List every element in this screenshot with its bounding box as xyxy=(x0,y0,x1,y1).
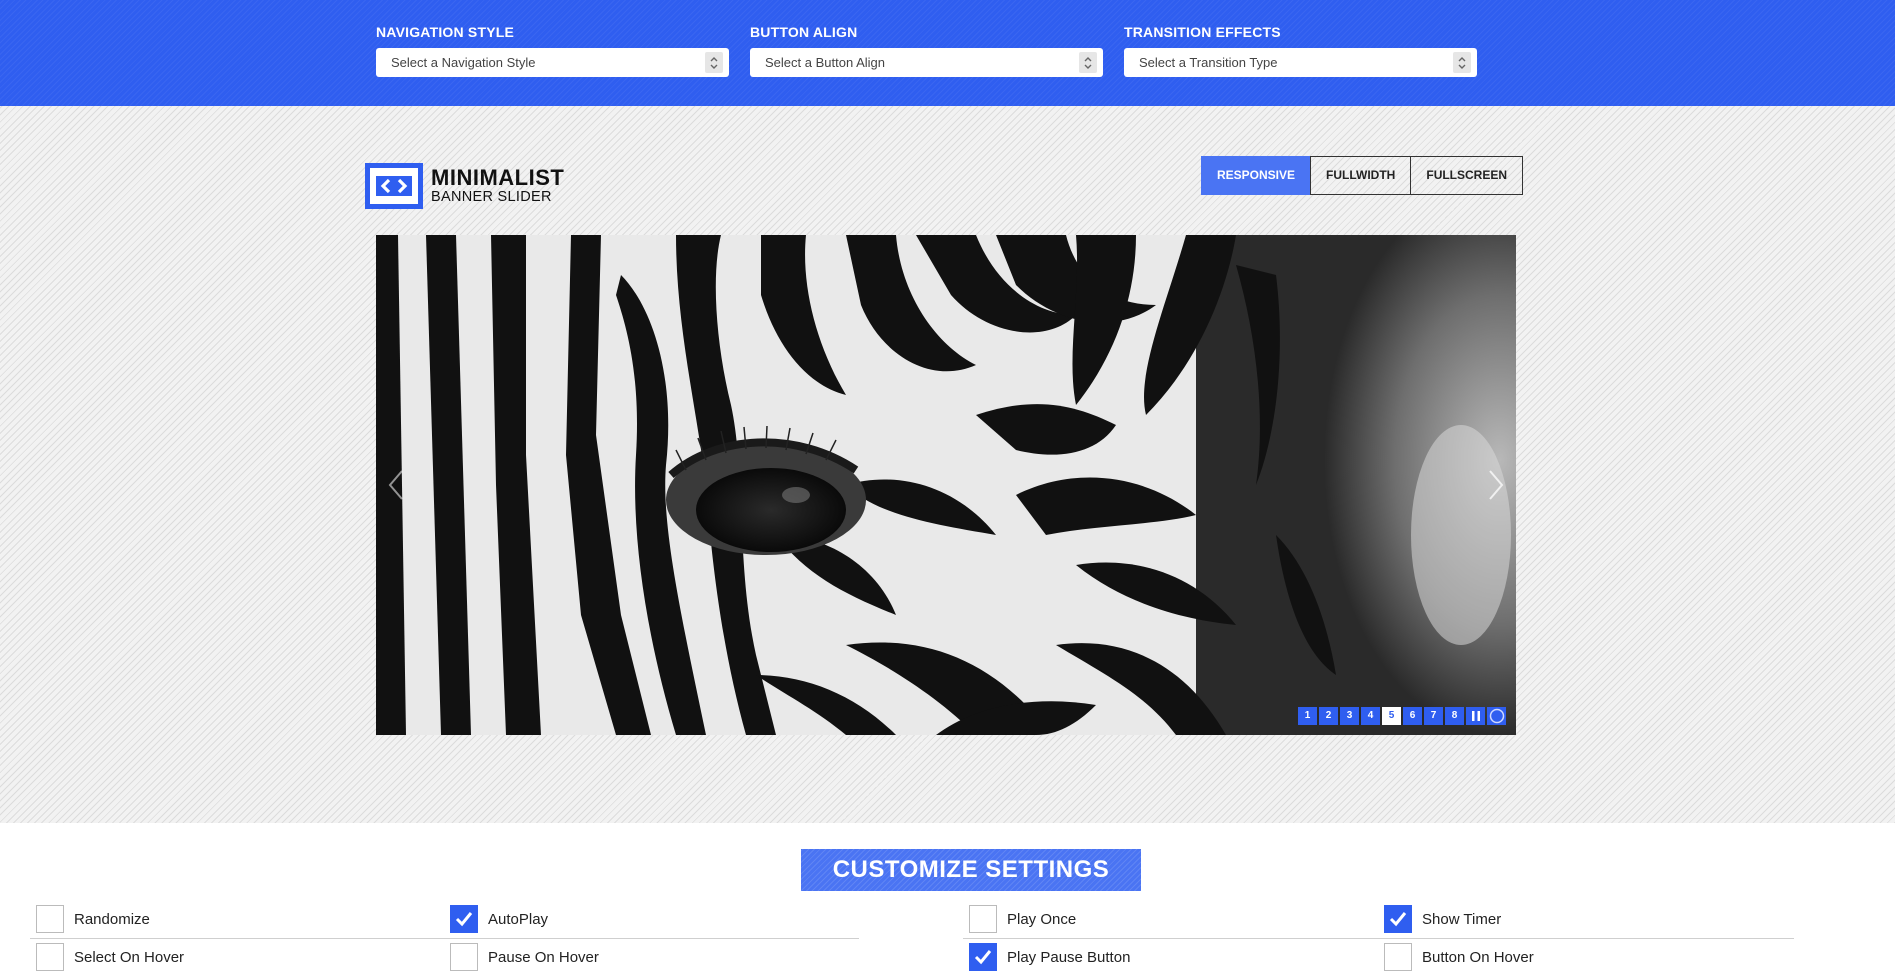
autoplay-option[interactable]: AutoPlay xyxy=(450,905,548,933)
transition-effects-label: TRANSITION EFFECTS xyxy=(1124,24,1281,40)
pager-button[interactable]: 2 xyxy=(1319,707,1338,725)
logo-text: MINIMALIST BANNER SLIDER xyxy=(431,167,564,205)
pager-button[interactable]: 8 xyxy=(1445,707,1464,725)
transition-effects-placeholder: Select a Transition Type xyxy=(1139,55,1278,70)
pager-button[interactable]: 7 xyxy=(1424,707,1443,725)
chevron-right-icon xyxy=(1489,470,1504,500)
slider-prev-arrow[interactable] xyxy=(381,465,411,505)
randomize-option[interactable]: Randomize xyxy=(36,905,150,933)
logo-subtitle: BANNER SLIDER xyxy=(431,189,552,206)
randomize-label: Randomize xyxy=(74,910,150,928)
slider-next-arrow[interactable] xyxy=(1481,465,1511,505)
button-on-hover-option[interactable]: Button On Hover xyxy=(1384,943,1534,971)
navigation-style-select[interactable]: Select a Navigation Style xyxy=(376,48,729,77)
pager-button[interactable]: 3 xyxy=(1340,707,1359,725)
play-once-option[interactable]: Play Once xyxy=(969,905,1076,933)
checkmark-icon xyxy=(1389,912,1407,927)
select-arrows-icon xyxy=(1079,52,1097,73)
pause-icon xyxy=(1471,711,1480,721)
divider xyxy=(30,938,859,939)
show-timer-label: Show Timer xyxy=(1422,910,1502,928)
banner-slider[interactable]: 1 2 3 4 5 6 7 8 xyxy=(376,235,1516,735)
select-arrows-icon xyxy=(1453,52,1471,73)
slider-pager: 1 2 3 4 5 6 7 8 xyxy=(1296,707,1506,725)
pager-button-active[interactable]: 5 xyxy=(1382,707,1401,725)
pager-button[interactable]: 1 xyxy=(1298,707,1317,725)
play-pause-button-checkbox[interactable] xyxy=(969,943,997,971)
play-once-checkbox[interactable] xyxy=(969,905,997,933)
select-on-hover-option[interactable]: Select On Hover xyxy=(36,943,184,971)
pager-button[interactable]: 6 xyxy=(1403,707,1422,725)
zebra-slide-image xyxy=(376,235,1516,735)
select-arrows-icon xyxy=(705,52,723,73)
logo-mark-icon xyxy=(365,163,423,209)
autoplay-checkbox[interactable] xyxy=(450,905,478,933)
customize-settings-panel: CUSTOMIZE SETTINGS Randomize AutoPlay Pl… xyxy=(0,823,1895,971)
transition-effects-select[interactable]: Select a Transition Type xyxy=(1124,48,1477,77)
logo: MINIMALIST BANNER SLIDER xyxy=(365,163,564,209)
timer-ring-icon xyxy=(1489,708,1504,724)
pause-on-hover-option[interactable]: Pause On Hover xyxy=(450,943,599,971)
button-align-placeholder: Select a Button Align xyxy=(765,55,885,70)
pause-on-hover-checkbox[interactable] xyxy=(450,943,478,971)
play-once-label: Play Once xyxy=(1007,910,1077,928)
button-align-label: BUTTON ALIGN xyxy=(750,24,858,40)
transition-effects-field: TRANSITION EFFECTS Select a Transition T… xyxy=(1124,22,1477,77)
navigation-style-label: NAVIGATION STYLE xyxy=(376,24,515,40)
navigation-style-field: NAVIGATION STYLE Select a Navigation Sty… xyxy=(376,22,729,77)
pager-button[interactable]: 4 xyxy=(1361,707,1380,725)
responsive-mode-button[interactable]: RESPONSIVE xyxy=(1201,156,1312,195)
slider-stage: MINIMALIST BANNER SLIDER RESPONSIVE FULL… xyxy=(0,106,1895,823)
button-on-hover-checkbox[interactable] xyxy=(1384,943,1412,971)
timer-indicator xyxy=(1487,707,1506,725)
checkmark-icon xyxy=(455,912,473,927)
autoplay-label: AutoPlay xyxy=(488,910,549,928)
settings-title: CUSTOMIZE SETTINGS xyxy=(801,849,1141,891)
navigation-style-placeholder: Select a Navigation Style xyxy=(391,55,536,70)
pause-button[interactable] xyxy=(1466,707,1485,725)
chevron-left-icon xyxy=(388,470,403,500)
divider xyxy=(963,938,1794,939)
button-align-select[interactable]: Select a Button Align xyxy=(750,48,1103,77)
play-pause-button-option[interactable]: Play Pause Button xyxy=(969,943,1130,971)
show-timer-option[interactable]: Show Timer xyxy=(1384,905,1501,933)
show-timer-checkbox[interactable] xyxy=(1384,905,1412,933)
layout-mode-toggle: RESPONSIVE FULLWIDTH FULLSCREEN xyxy=(1201,156,1524,195)
button-align-field: BUTTON ALIGN Select a Button Align xyxy=(750,22,1103,77)
randomize-checkbox[interactable] xyxy=(36,905,64,933)
select-on-hover-checkbox[interactable] xyxy=(36,943,64,971)
fullscreen-mode-button[interactable]: FULLSCREEN xyxy=(1410,156,1524,195)
top-config-bar: NAVIGATION STYLE Select a Navigation Sty… xyxy=(0,0,1895,106)
fullwidth-mode-button[interactable]: FULLWIDTH xyxy=(1310,156,1412,195)
logo-title: MINIMALIST xyxy=(431,165,565,191)
